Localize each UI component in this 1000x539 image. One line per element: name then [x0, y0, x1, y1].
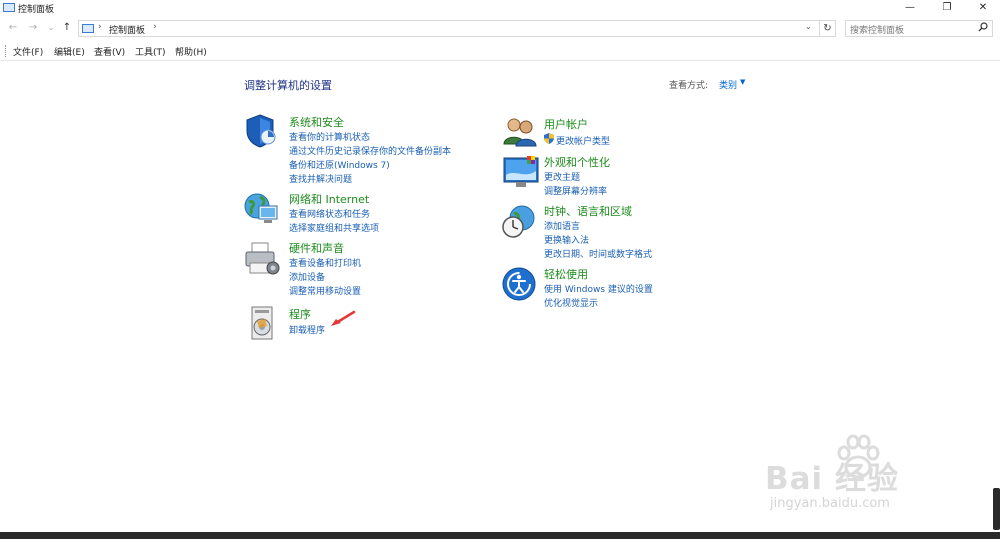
menu-grip — [5, 45, 8, 57]
control-panel-icon — [3, 3, 15, 12]
breadcrumb-control-panel[interactable]: 控制面板 — [109, 23, 145, 36]
view-by-dropdown[interactable]: 类别 — [719, 78, 737, 91]
link-optimize-visual-display[interactable]: 优化视觉显示 — [544, 296, 598, 309]
category-hardware-sound[interactable]: 硬件和声音 — [289, 240, 344, 256]
menu-bar: 文件(F) 编辑(E) 查看(V) 工具(T) 帮助(H) — [0, 42, 1000, 61]
control-panel-icon — [82, 24, 94, 33]
title-bar: 控制面板 — ❐ ✕ — [0, 0, 1000, 16]
category-network-internet[interactable]: 网络和 Internet — [289, 191, 369, 207]
category-ease-of-access[interactable]: 轻松使用 — [544, 266, 588, 282]
breadcrumb-separator[interactable]: › — [98, 22, 102, 32]
link-add-language[interactable]: 添加语言 — [544, 219, 580, 232]
close-button[interactable]: ✕ — [968, 0, 998, 16]
link-mobility-settings[interactable]: 调整常用移动设置 — [289, 284, 361, 297]
category-clock-language-region[interactable]: 时钟、语言和区域 — [544, 203, 632, 219]
link-change-account-type[interactable]: 更改帐户类型 — [556, 134, 610, 147]
clock-globe-icon[interactable] — [502, 205, 536, 239]
category-appearance-personalization[interactable]: 外观和个性化 — [544, 154, 610, 170]
link-network-status[interactable]: 查看网络状态和任务 — [289, 207, 370, 220]
link-troubleshoot[interactable]: 查找并解决问题 — [289, 172, 352, 185]
link-change-theme[interactable]: 更改主题 — [544, 170, 580, 183]
menu-tools[interactable]: 工具(T) — [135, 45, 166, 58]
navigation-bar: ← → ⌄ ↑ › 控制面板 › ⌄ ↻ 搜索控制面板 — [0, 19, 1000, 39]
menu-file[interactable]: 文件(F) — [13, 45, 43, 58]
refresh-button[interactable]: ↻ — [820, 20, 836, 37]
watermark-logo-text: Bai 经验 — [765, 461, 899, 497]
breadcrumb-separator[interactable]: › — [153, 22, 157, 32]
recent-locations-icon[interactable]: ⌄ — [44, 21, 58, 35]
menu-view[interactable]: 查看(V) — [94, 45, 125, 58]
restore-button[interactable]: ❐ — [932, 0, 962, 16]
network-globe-icon[interactable] — [244, 192, 278, 226]
shield-icon[interactable] — [244, 113, 278, 148]
menu-help[interactable]: 帮助(H) — [175, 45, 207, 58]
monitor-palette-icon[interactable] — [503, 155, 539, 189]
watermark-url: jingyan.baidu.com — [770, 496, 890, 511]
search-placeholder: 搜索控制面板 — [850, 26, 905, 36]
up-icon[interactable]: ↑ — [60, 21, 74, 35]
view-by-caret-icon[interactable]: ▼ — [740, 78, 745, 86]
programs-icon[interactable] — [247, 306, 281, 340]
link-screen-resolution[interactable]: 调整屏幕分辨率 — [544, 184, 607, 197]
printer-icon[interactable] — [244, 241, 280, 275]
users-icon[interactable] — [503, 116, 537, 150]
address-bar[interactable]: › 控制面板 › ⌄ — [78, 20, 820, 37]
link-add-device[interactable]: 添加设备 — [289, 270, 325, 283]
ease-of-access-icon[interactable] — [502, 267, 536, 301]
taskbar — [0, 532, 1000, 539]
link-recommended-settings[interactable]: 使用 Windows 建议的设置 — [544, 282, 653, 295]
link-homegroup-sharing[interactable]: 选择家庭组和共享选项 — [289, 221, 379, 234]
link-uninstall-program[interactable]: 卸载程序 — [289, 323, 325, 336]
search-input[interactable]: 搜索控制面板 — [845, 20, 993, 37]
uac-shield-icon — [544, 133, 554, 147]
menu-edit[interactable]: 编辑(E) — [54, 45, 85, 58]
back-icon[interactable]: ← — [6, 21, 20, 35]
page-title: 调整计算机的设置 — [244, 79, 332, 92]
annotation-arrow-icon — [330, 310, 356, 331]
link-backup-restore[interactable]: 备份和还原(Windows 7) — [289, 158, 390, 171]
link-change-input-method[interactable]: 更换输入法 — [544, 233, 589, 246]
side-scroll-handle[interactable] — [993, 488, 1000, 530]
forward-icon[interactable]: → — [26, 21, 40, 35]
minimize-button[interactable]: — — [895, 0, 925, 16]
address-dropdown-icon[interactable]: ⌄ — [805, 22, 812, 31]
category-system-security[interactable]: 系统和安全 — [289, 114, 344, 130]
link-file-history-backup[interactable]: 通过文件历史记录保存你的文件备份副本 — [289, 144, 451, 157]
link-view-computer-status[interactable]: 查看你的计算机状态 — [289, 130, 370, 143]
link-devices-printers[interactable]: 查看设备和打印机 — [289, 256, 361, 269]
link-date-time-format[interactable]: 更改日期、时间或数字格式 — [544, 247, 652, 260]
category-user-accounts[interactable]: 用户帐户 — [544, 116, 588, 132]
view-by-label: 查看方式: — [669, 81, 709, 91]
category-programs[interactable]: 程序 — [289, 306, 311, 322]
window-title: 控制面板 — [18, 5, 55, 15]
search-icon[interactable] — [978, 22, 988, 35]
